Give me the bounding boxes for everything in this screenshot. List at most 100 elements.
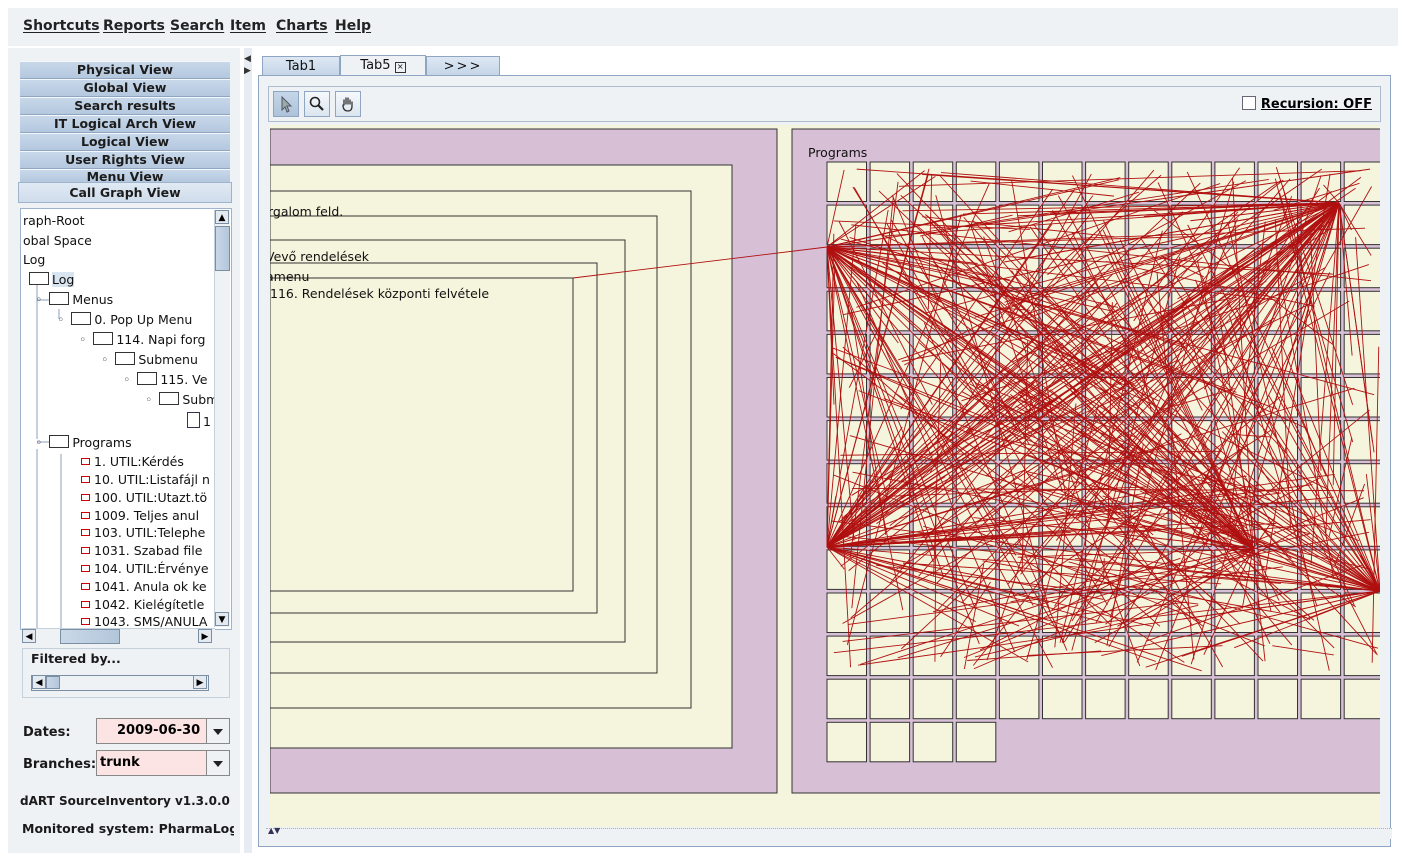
menu-shortcuts[interactable]: Shortcuts	[23, 18, 100, 34]
tree-node-pop-up-menu[interactable]: ◦ 0. Pop Up Menu	[57, 312, 192, 327]
program-node[interactable]	[869, 549, 911, 590]
scroll-left-icon[interactable]: ◀	[22, 629, 36, 643]
scroll-down-icon[interactable]: ▼	[215, 612, 229, 626]
chevron-down-icon[interactable]	[206, 719, 229, 743]
program-node[interactable]	[1343, 592, 1380, 633]
program-node[interactable]	[869, 678, 911, 720]
program-node[interactable]	[1214, 678, 1255, 720]
program-node[interactable]	[826, 635, 867, 677]
tree-node-global-space[interactable]: obal Space	[23, 233, 92, 248]
filter-scrollbar[interactable]: ◀ ▶	[31, 675, 209, 691]
program-node[interactable]	[1343, 161, 1380, 202]
program-node[interactable]	[912, 161, 954, 202]
program-node[interactable]	[1300, 635, 1342, 677]
tree-node-program[interactable]: 100. UTIL:Utazt.tö	[81, 490, 207, 505]
splitter[interactable]: ◀ ▶	[244, 48, 252, 853]
tree-node-submenu[interactable]: ◦ Submenu	[101, 352, 198, 367]
tree-vertical-scrollbar[interactable]: ▲ ▼	[214, 210, 230, 627]
tree-node-program[interactable]: 10. UTIL:Listafájl n	[81, 472, 210, 487]
tree-node-114[interactable]: ◦ 114. Napi forg	[79, 332, 205, 347]
program-node[interactable]	[955, 721, 997, 763]
tree-node-subm[interactable]: ◦ Subm	[145, 392, 218, 407]
tree-node-program[interactable]: 1043. SMS/ANULA	[81, 614, 207, 629]
tree-node-program[interactable]: 1042. Kielégítetle	[81, 597, 204, 612]
scroll-up-icon[interactable]: ▲	[215, 210, 229, 224]
program-node[interactable]	[1257, 635, 1298, 677]
scroll-thumb[interactable]	[46, 676, 60, 689]
menu-search[interactable]: Search	[170, 18, 224, 34]
program-node[interactable]	[869, 592, 911, 633]
program-node[interactable]	[869, 161, 911, 202]
program-node[interactable]	[1171, 635, 1212, 677]
zoom-icon[interactable]	[304, 91, 330, 117]
program-node[interactable]	[1128, 635, 1169, 677]
tree-node-menus[interactable]: ◦ Menus	[35, 292, 113, 307]
program-node[interactable]	[869, 290, 911, 332]
scroll-right-icon[interactable]: ▶	[193, 675, 207, 689]
recursion-toggle[interactable]: Recursion: OFF	[1241, 96, 1372, 112]
tree-node-program[interactable]: 103. UTIL:Telephe	[81, 525, 205, 540]
tree-node-program[interactable]: 1. UTIL:Kérdés	[81, 454, 184, 469]
program-node[interactable]	[826, 678, 867, 720]
menu-reports[interactable]: Reports	[103, 18, 165, 34]
expand-right-icon[interactable]: ▶	[244, 66, 251, 76]
tree-node-programs[interactable]: ◦ Programs	[35, 435, 132, 450]
tree-node-program[interactable]: 1031. Szabad file	[81, 543, 202, 558]
program-node[interactable]	[1257, 678, 1298, 720]
tab-tab1[interactable]: Tab1	[262, 56, 340, 75]
program-node[interactable]	[955, 635, 997, 677]
tree-node-115[interactable]: ◦ 115. Ve	[123, 372, 207, 387]
tree-node-program[interactable]: 104. UTIL:Érvénye	[81, 561, 209, 576]
view-physical[interactable]: Physical View	[20, 61, 230, 79]
call-graph[interactable]: rgalom feld. Vevő rendelések amenu 116. …	[270, 125, 1380, 827]
program-node[interactable]	[1300, 678, 1342, 720]
program-node[interactable]	[1128, 678, 1169, 720]
menu-item[interactable]: Item	[230, 18, 266, 34]
scroll-thumb[interactable]	[215, 226, 230, 271]
tree-node-program[interactable]: 1041. Anula ok ke	[81, 579, 207, 594]
program-node[interactable]	[1343, 635, 1380, 677]
program-node[interactable]	[912, 678, 954, 720]
chevron-down-icon[interactable]	[206, 751, 229, 775]
program-node[interactable]	[826, 161, 867, 202]
tree-view[interactable]: raph-Root obal Space Log Log ◦ Menus ◦ 0…	[20, 208, 232, 630]
view-search-results[interactable]: Search results	[20, 97, 230, 115]
program-node[interactable]	[912, 721, 954, 763]
hand-icon[interactable]	[335, 91, 361, 117]
collapse-left-icon[interactable]: ◀	[244, 54, 251, 64]
view-call-graph[interactable]: Call Graph View	[18, 182, 232, 203]
program-node[interactable]	[869, 721, 911, 763]
scroll-right-icon[interactable]: ▶	[198, 629, 212, 643]
checkbox-icon[interactable]	[1241, 96, 1256, 110]
scroll-thumb[interactable]	[60, 629, 120, 644]
program-node[interactable]	[1300, 333, 1342, 375]
tree-node-log[interactable]: Log	[29, 272, 75, 287]
program-node[interactable]	[1042, 678, 1083, 720]
program-node[interactable]	[912, 592, 954, 633]
tree-horizontal-scrollbar[interactable]: ◀ ▶	[22, 628, 215, 644]
dates-combo[interactable]: 2009-06-30	[96, 718, 230, 744]
tab-more[interactable]: >>>	[426, 56, 500, 75]
view-logical[interactable]: Logical View	[20, 133, 230, 151]
tree-node-program[interactable]: 1009. Teljes anul	[81, 508, 199, 523]
program-node[interactable]	[1343, 678, 1380, 720]
view-user-rights[interactable]: User Rights View	[20, 151, 230, 169]
view-it-logical-arch[interactable]: IT Logical Arch View	[20, 115, 230, 133]
menu-charts[interactable]: Charts	[276, 18, 328, 34]
call-graph-canvas[interactable]: rgalom feld. Vevő rendelések amenu 116. …	[270, 125, 1380, 827]
expand-icon[interactable]: ▲▼	[268, 826, 280, 835]
close-icon[interactable]: ×	[394, 62, 406, 73]
view-global[interactable]: Global View	[20, 79, 230, 97]
program-node[interactable]	[912, 635, 954, 677]
program-node[interactable]	[998, 678, 1040, 720]
program-node[interactable]	[1085, 635, 1126, 677]
tree-node-graph-root[interactable]: raph-Root	[23, 213, 85, 228]
view-menu[interactable]: Menu View	[20, 169, 230, 183]
program-node[interactable]	[1343, 377, 1380, 418]
tree-node-leaf[interactable]: 1	[187, 412, 211, 429]
tree-node-log-root[interactable]: Log	[23, 252, 45, 267]
branches-combo[interactable]: trunk	[96, 750, 230, 776]
node-116[interactable]	[270, 277, 574, 592]
scroll-left-icon[interactable]: ◀	[32, 675, 46, 689]
program-node[interactable]	[1085, 678, 1126, 720]
